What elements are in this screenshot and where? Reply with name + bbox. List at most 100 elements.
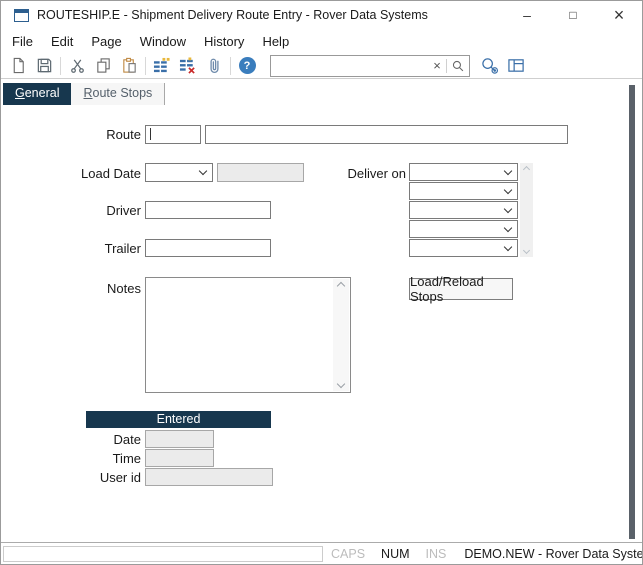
toolbar-search: × (270, 55, 470, 77)
title-bar: ROUTESHIP.E - Shipment Delivery Route En… (1, 1, 642, 29)
load-reload-stops-button[interactable]: Load/Reload Stops (409, 278, 513, 300)
save-button[interactable] (31, 55, 57, 77)
entered-userid-input (146, 469, 272, 485)
ins-indicator: INS (418, 547, 455, 561)
deliver-on-combo-3[interactable] (409, 201, 518, 219)
trailer-field[interactable] (145, 239, 271, 257)
entered-time-field (145, 449, 214, 467)
route-code-field[interactable] (145, 125, 201, 144)
menu-edit[interactable]: Edit (42, 31, 82, 52)
entered-userid-label: User id (21, 470, 141, 485)
tab-route-stops-label-rest: oute Stops (93, 86, 153, 100)
menu-history[interactable]: History (195, 31, 253, 52)
child-window-edge (629, 85, 635, 539)
search-clear-icon[interactable]: × (428, 58, 446, 73)
load-rows-button[interactable] (149, 55, 175, 77)
attachment-button[interactable] (201, 55, 227, 77)
entered-date-label: Date (21, 432, 141, 447)
notes-field[interactable] (145, 277, 351, 393)
status-bar: CAPS NUM INS DEMO.NEW - Rover Data Syste… (1, 542, 642, 564)
window-title: ROUTESHIP.E - Shipment Delivery Route En… (37, 8, 428, 22)
close-button[interactable]: × (596, 1, 642, 29)
cut-button[interactable] (64, 55, 90, 77)
chevron-down-icon (504, 205, 512, 213)
toolbar-separator (145, 57, 146, 75)
status-message-panel (3, 546, 323, 562)
toolbar-separator (60, 57, 61, 75)
save-icon (36, 57, 53, 74)
deliver-on-label: Deliver on (286, 166, 406, 181)
deliver-on-combo-4[interactable] (409, 220, 518, 238)
maximize-icon: □ (569, 8, 576, 22)
paperclip-icon (206, 57, 223, 74)
trailer-input[interactable] (146, 240, 270, 256)
num-indicator: NUM (373, 547, 417, 561)
driver-input[interactable] (146, 202, 270, 218)
minimize-icon: – (523, 7, 531, 23)
toolbar-separator (230, 57, 231, 75)
route-code-input[interactable] (146, 126, 200, 143)
deliver-on-combo-2[interactable] (409, 182, 518, 200)
entered-section-header: Entered (86, 411, 271, 428)
menu-window[interactable]: Window (131, 31, 195, 52)
help-icon: ? (239, 57, 256, 74)
find-user-icon (480, 57, 500, 75)
scroll-down-icon[interactable] (333, 381, 349, 387)
scroll-up-icon[interactable] (333, 283, 349, 289)
tab-route-stops[interactable]: Route Stops (71, 83, 165, 105)
app-window: ROUTESHIP.E - Shipment Delivery Route En… (0, 0, 643, 565)
notes-label: Notes (21, 281, 141, 296)
route-name-input[interactable] (206, 126, 567, 143)
load-rows-grid-icon (153, 57, 171, 74)
entered-userid-field (145, 468, 273, 486)
tab-general-label: G (15, 86, 25, 100)
driver-field[interactable] (145, 201, 271, 219)
help-button[interactable]: ? (234, 55, 260, 77)
new-document-icon (10, 57, 27, 74)
notes-scrollbar[interactable] (333, 279, 349, 391)
layout-table-icon (507, 57, 526, 74)
delete-rows-button[interactable] (175, 55, 201, 77)
chevron-down-icon (504, 186, 512, 194)
search-input[interactable] (271, 57, 428, 75)
entered-date-field (145, 430, 214, 448)
deliver-on-scrollbar[interactable] (520, 163, 533, 257)
chevron-down-icon (504, 224, 512, 232)
menu-help[interactable]: Help (253, 31, 298, 52)
driver-label: Driver (21, 203, 141, 218)
copy-icon (95, 57, 112, 74)
route-name-field[interactable] (205, 125, 568, 144)
new-button[interactable] (5, 55, 31, 77)
chevron-down-icon (504, 167, 512, 175)
status-context: DEMO.NEW - Rover Data Systems (458, 547, 643, 561)
menu-page[interactable]: Page (82, 31, 130, 52)
tab-general[interactable]: General (3, 83, 71, 105)
entered-date-input (146, 431, 213, 447)
deliver-on-combo-5[interactable] (409, 239, 518, 257)
entered-time-label: Time (21, 451, 141, 466)
scroll-up-icon[interactable] (520, 167, 533, 172)
menu-file[interactable]: File (3, 31, 42, 52)
scroll-down-icon[interactable] (520, 248, 533, 253)
chevron-down-icon (199, 167, 207, 175)
deliver-on-combo-1[interactable] (409, 163, 518, 181)
close-icon: × (614, 5, 625, 26)
tab-bar: General Route Stops (1, 79, 642, 105)
search-icon[interactable] (447, 59, 469, 73)
text-caret (150, 128, 151, 140)
paste-button[interactable] (116, 55, 142, 77)
find-user-button[interactable] (477, 55, 503, 77)
tab-general-label-rest: eneral (25, 86, 60, 100)
cut-icon (69, 57, 86, 74)
trailer-label: Trailer (21, 241, 141, 256)
load-date-combo[interactable] (145, 163, 213, 182)
menu-bar: File Edit Page Window History Help (1, 29, 642, 53)
toolbar: ? × (1, 53, 642, 79)
maximize-button[interactable]: □ (550, 1, 596, 29)
paste-icon (121, 57, 138, 74)
tab-route-stops-label: R (83, 86, 92, 100)
layout-button[interactable] (503, 55, 529, 77)
chevron-down-icon (504, 243, 512, 251)
minimize-button[interactable]: – (504, 1, 550, 29)
copy-button[interactable] (90, 55, 116, 77)
